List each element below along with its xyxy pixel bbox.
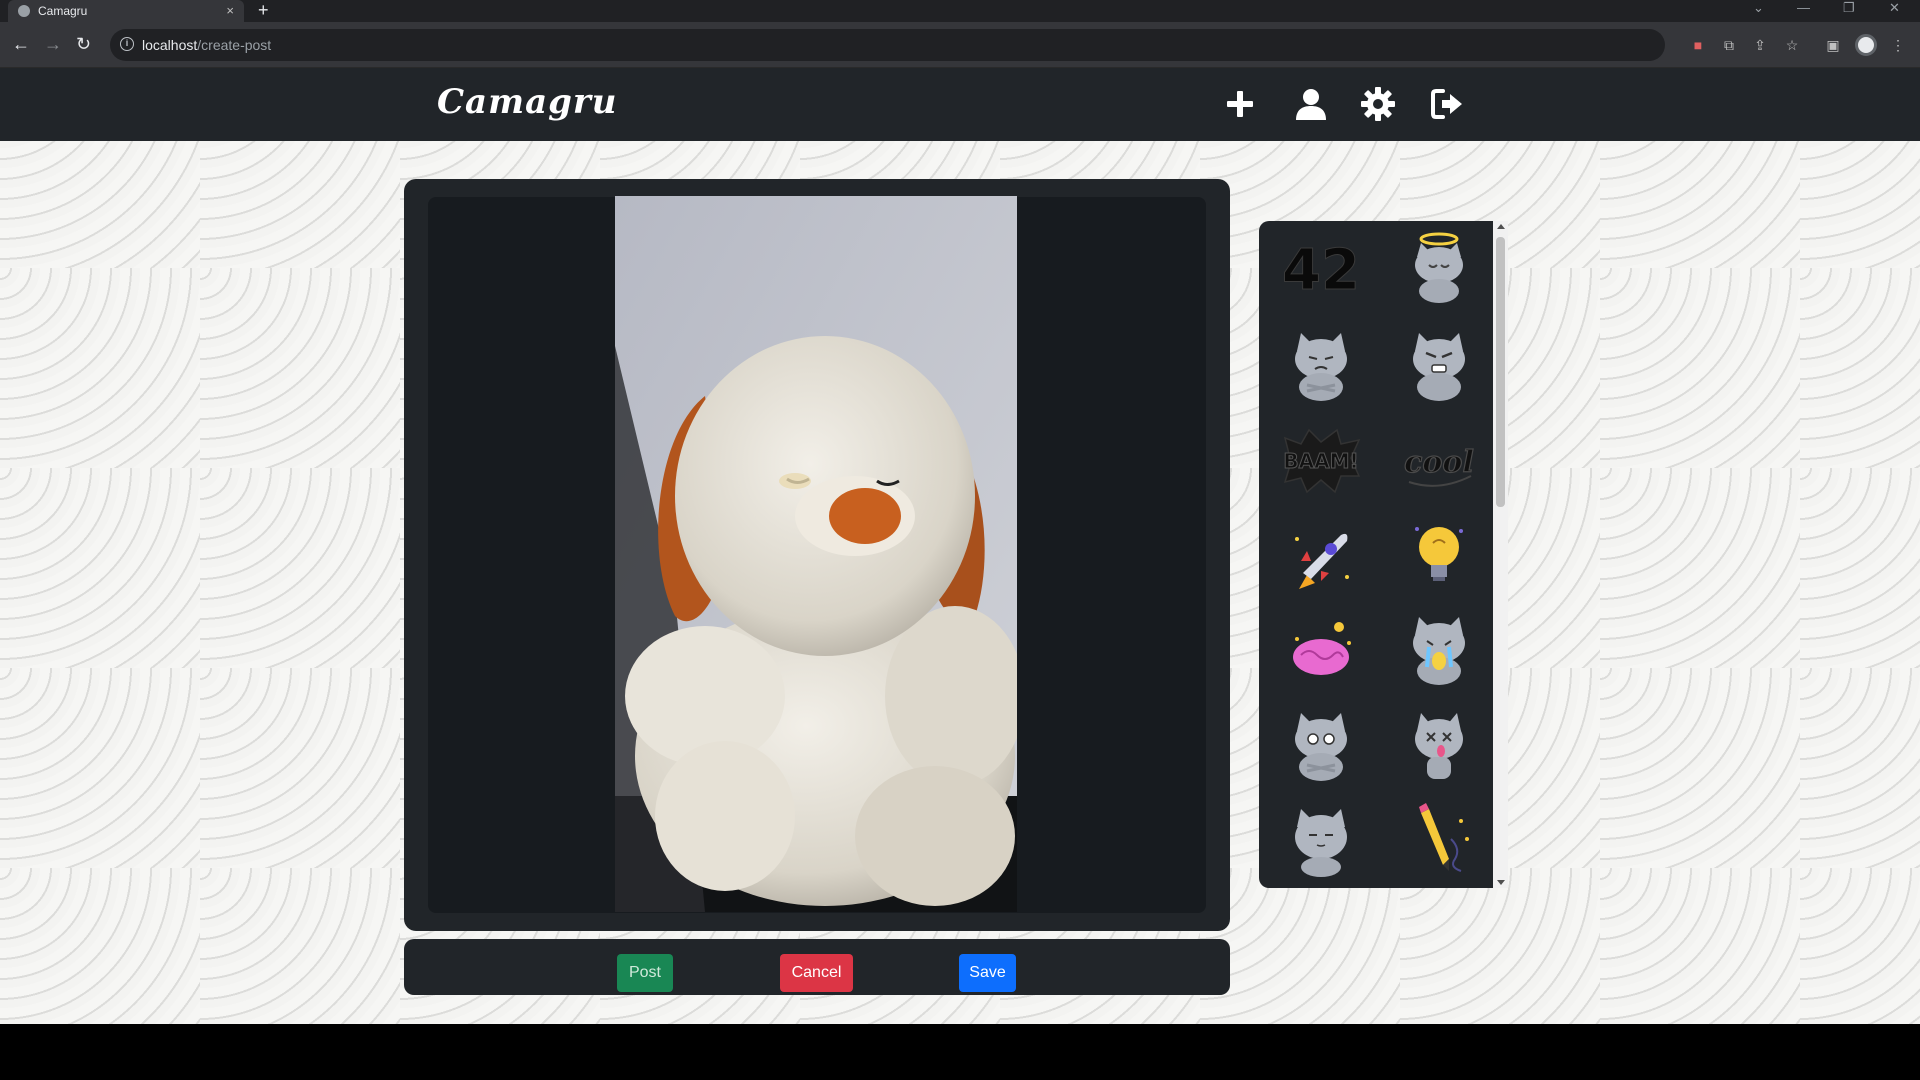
plus-icon[interactable] <box>1222 86 1258 122</box>
sticker-baam[interactable]: BAAM! <box>1281 421 1361 501</box>
plush-dog-photo <box>615 196 1017 912</box>
dizzy-cat-graphic <box>1415 713 1463 779</box>
sticker-teary-cat[interactable] <box>1281 705 1361 785</box>
sticker-pencil[interactable] <box>1399 799 1479 879</box>
sticker-sleepy-cat[interactable] <box>1281 801 1361 881</box>
grumpy-cat-graphic <box>1295 333 1347 401</box>
tab-close-icon[interactable]: × <box>226 3 234 18</box>
sticker-grumpy-cat[interactable] <box>1281 325 1361 405</box>
sticker-cool[interactable]: cool <box>1399 421 1479 501</box>
site-info-icon[interactable]: i <box>120 37 134 51</box>
bookmark-star-icon[interactable]: ☆ <box>1784 37 1800 53</box>
camera-blocked-icon[interactable]: ■ <box>1690 37 1706 53</box>
back-arrow-icon[interactable]: ← <box>12 34 30 54</box>
scroll-down-icon[interactable] <box>1497 880 1505 885</box>
sticker-dizzy-cat[interactable] <box>1399 705 1479 785</box>
sticker-scrollbar[interactable] <box>1493 221 1508 888</box>
bottom-band <box>0 1024 1920 1080</box>
browser-toolbar: ← → ↻ i localhost/create-post ■ ⧉ ⇪ ☆ ▣ … <box>0 22 1920 68</box>
address-url: localhost/create-post <box>142 37 271 53</box>
sticker-angel-cat[interactable] <box>1399 227 1479 307</box>
sticker-lightbulb[interactable] <box>1399 515 1479 595</box>
pencil-graphic <box>1419 803 1469 872</box>
tab-search-icon[interactable]: ⌄ <box>1753 0 1764 16</box>
crying-cat-graphic <box>1413 617 1465 685</box>
more-menu-icon[interactable]: ⋮ <box>1890 37 1906 53</box>
app-navbar: Camagru <box>0 68 1920 141</box>
new-tab-button[interactable]: + <box>258 0 269 20</box>
reload-icon[interactable]: ↻ <box>76 34 91 54</box>
save-button[interactable]: Save <box>959 954 1016 992</box>
sticker-panel: 42 BAAM! cool <box>1259 221 1508 888</box>
browser-tab[interactable]: Camagru × <box>8 0 244 22</box>
rocket-graphic <box>1295 533 1349 589</box>
scrollbar-thumb[interactable] <box>1496 237 1505 507</box>
url-path: /create-post <box>197 37 272 53</box>
sticker-42-text: 42 <box>1282 241 1360 301</box>
user-icon[interactable] <box>1293 86 1329 122</box>
sticker-brain[interactable] <box>1281 611 1361 691</box>
globe-icon <box>18 5 30 17</box>
restore-icon[interactable]: ❐ <box>1843 0 1855 16</box>
tab-title: Camagru <box>38 4 88 18</box>
sticker-angry-cat[interactable] <box>1399 325 1479 405</box>
cancel-button[interactable]: Cancel <box>780 954 853 992</box>
translate-icon[interactable]: ⧉ <box>1721 37 1737 53</box>
baam-text: BAAM! <box>1283 449 1358 473</box>
scroll-up-icon[interactable] <box>1497 224 1505 229</box>
captured-photo[interactable] <box>615 196 1017 912</box>
actions-bar: Post Cancel Save <box>404 939 1230 995</box>
sleepy-cat-graphic <box>1295 809 1347 877</box>
close-window-icon[interactable]: ✕ <box>1889 0 1900 16</box>
gear-icon[interactable] <box>1360 86 1396 122</box>
brain-graphic <box>1293 622 1351 675</box>
forward-arrow-icon[interactable]: → <box>44 34 62 54</box>
url-host: localhost <box>142 37 198 53</box>
address-bar[interactable]: i localhost/create-post <box>110 29 1665 61</box>
minimize-icon[interactable]: — <box>1797 0 1810 16</box>
cool-graphic: cool <box>1404 444 1474 487</box>
profile-avatar[interactable] <box>1855 34 1877 56</box>
sticker-crying-cat[interactable] <box>1399 609 1479 689</box>
sticker-rocket[interactable] <box>1281 517 1361 597</box>
side-panel-icon[interactable]: ▣ <box>1825 37 1841 53</box>
page: Camagru Post Cancel Save 42 BAAM! cool <box>0 68 1920 1024</box>
angry-cat-graphic <box>1413 333 1465 401</box>
browser-tab-strip: Camagru × + ⌄ — ❐ ✕ <box>0 0 1920 22</box>
cool-text: cool <box>1404 445 1474 480</box>
teary-cat-graphic <box>1295 713 1347 781</box>
baam-graphic: BAAM! <box>1283 428 1361 494</box>
logout-icon[interactable] <box>1429 86 1465 122</box>
share-icon[interactable]: ⇪ <box>1752 37 1768 53</box>
brand-logo[interactable]: Camagru <box>437 82 618 122</box>
sticker-42-graphic: 42 <box>1282 241 1361 301</box>
post-button[interactable]: Post <box>617 954 673 992</box>
sticker-42-logo[interactable]: 42 <box>1281 231 1361 311</box>
angel-cat-graphic <box>1415 232 1463 303</box>
lightbulb-graphic <box>1415 527 1463 581</box>
